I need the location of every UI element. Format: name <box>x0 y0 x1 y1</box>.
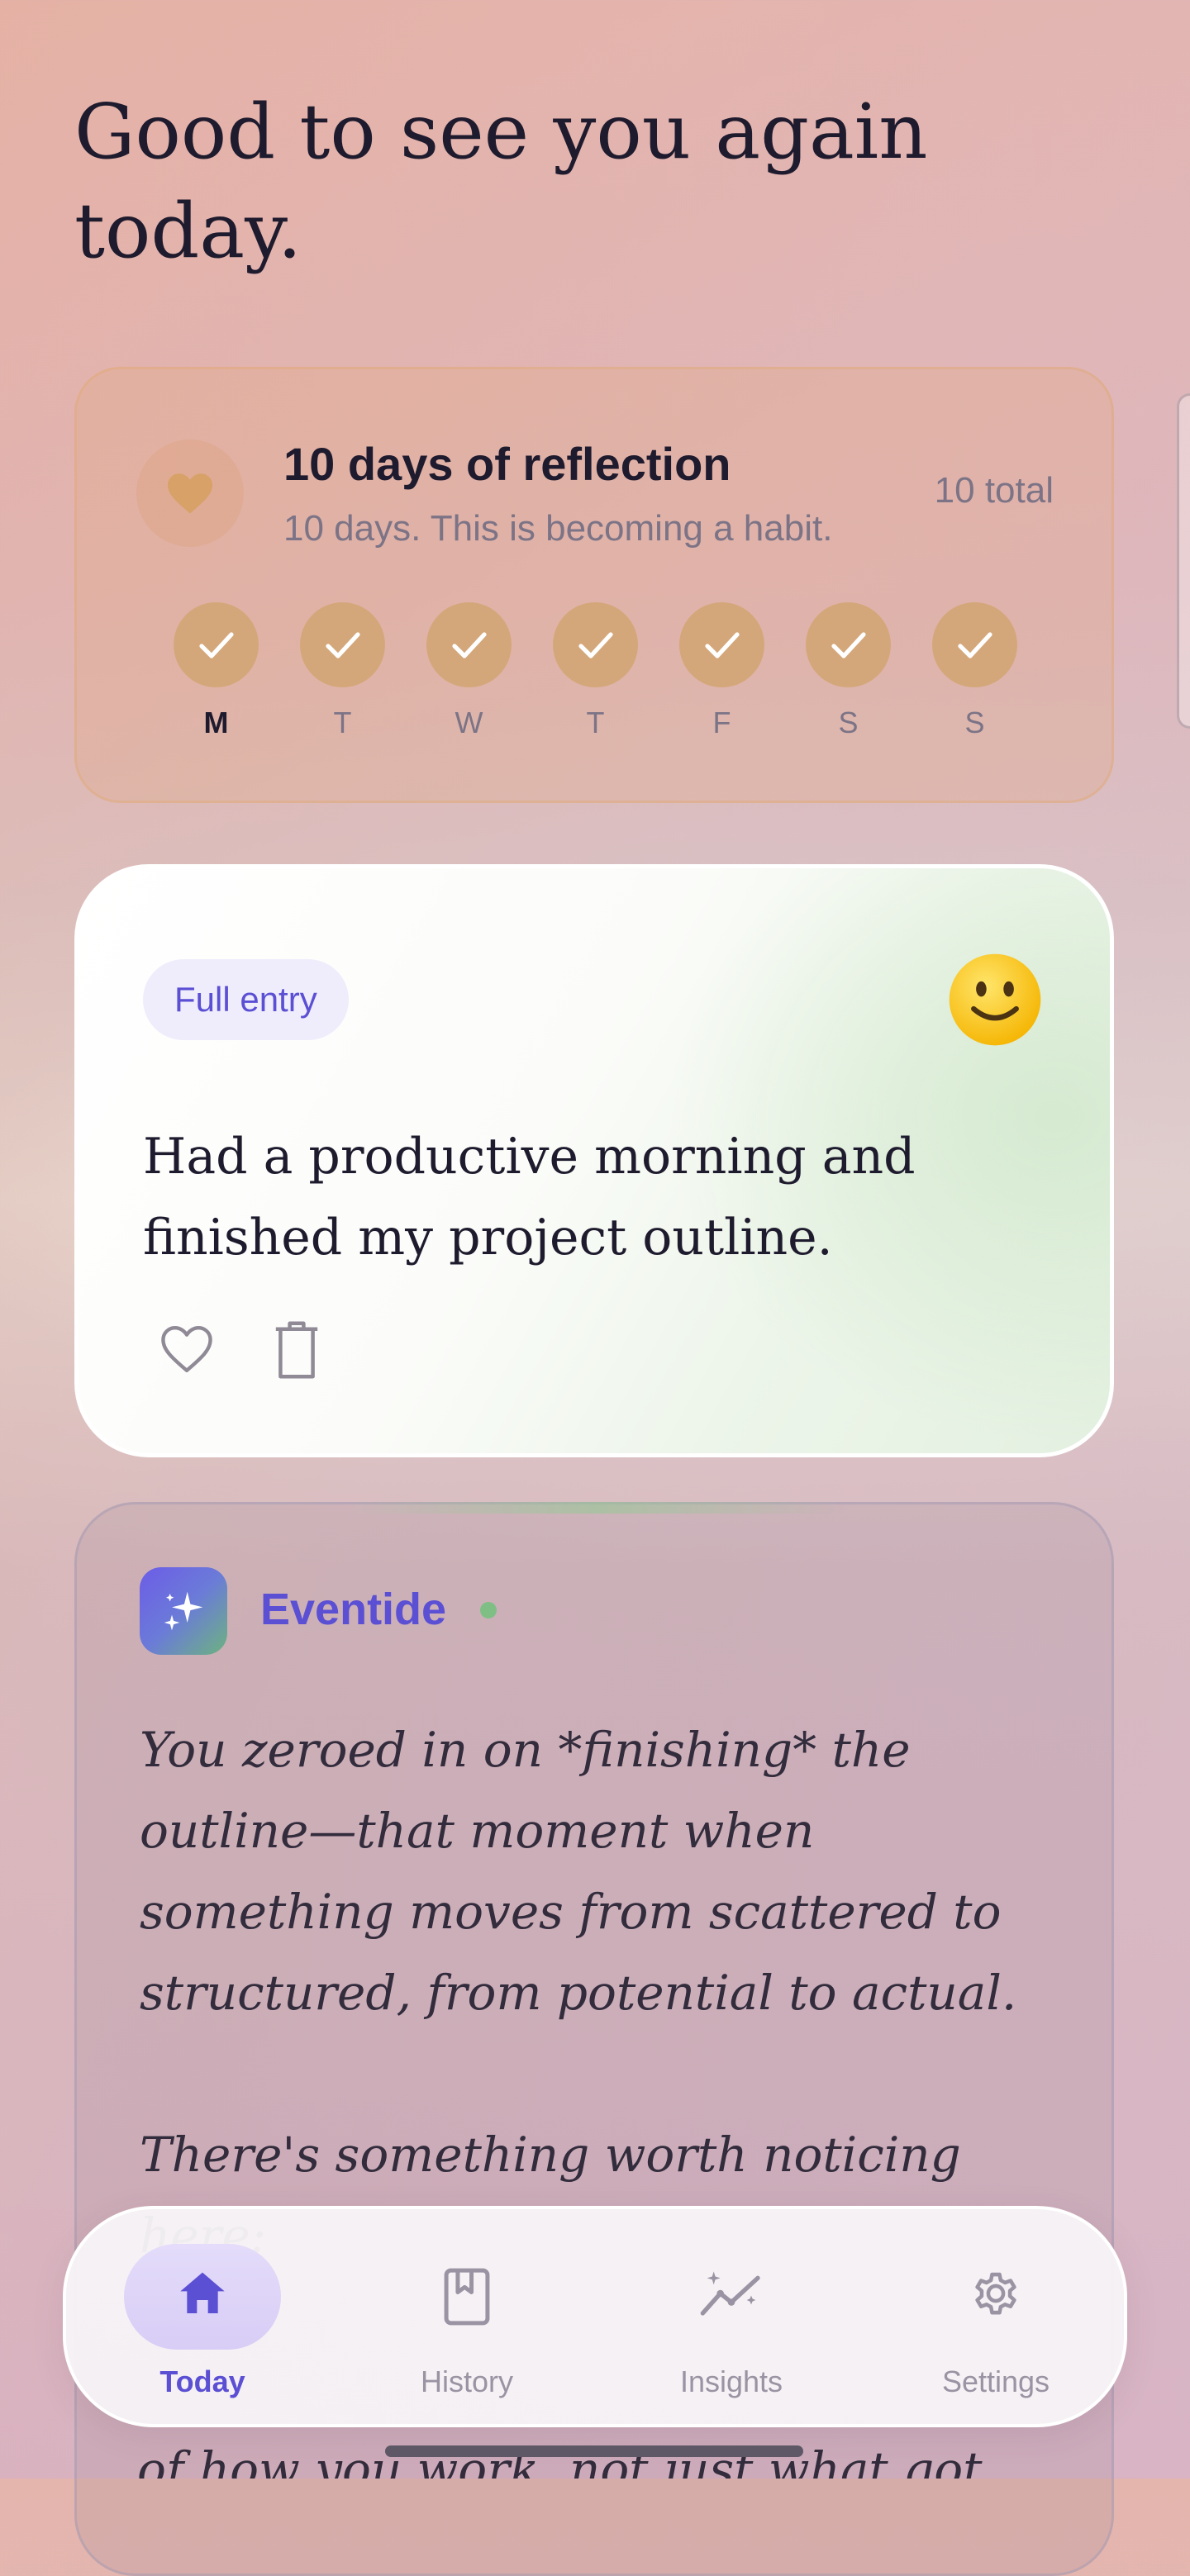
nav-history[interactable]: History <box>388 2244 545 2401</box>
day-wednesday: W <box>426 602 512 740</box>
bottom-navigation: Today History Insights Settings <box>63 2206 1127 2427</box>
home-icon <box>176 2267 229 2326</box>
day-sunday: S <box>932 602 1017 740</box>
entry-type-badge: Full entry <box>143 959 349 1040</box>
check-icon <box>806 602 891 687</box>
nav-label: Settings <box>941 2365 1050 2398</box>
assistant-name: Eventide <box>260 1585 447 1634</box>
heart-icon <box>136 440 244 547</box>
book-icon <box>440 2267 493 2326</box>
page-greeting: Good to see you again today. <box>74 88 928 275</box>
check-icon <box>553 602 638 687</box>
streak-total: 10 total <box>934 470 1054 511</box>
day-monday: M <box>174 602 259 740</box>
streak-title: 10 days of reflection <box>283 438 731 490</box>
reflection-text: You zeroed in on *finishing* the outline… <box>140 1709 1073 2276</box>
streak-subtitle: 10 days. This is becoming a habit. <box>283 508 833 549</box>
day-label: F <box>712 706 731 739</box>
smiley-face-icon <box>946 951 1044 1048</box>
day-label: M <box>203 706 229 739</box>
nav-today[interactable]: Today <box>124 2244 281 2401</box>
journal-entry-card[interactable]: Full entry Had a productive morning and … <box>74 864 1114 1457</box>
check-icon <box>932 602 1017 687</box>
check-icon <box>679 602 764 687</box>
day-label: T <box>586 706 605 739</box>
day-label: W <box>455 706 483 739</box>
nav-settings[interactable]: Settings <box>917 2244 1074 2401</box>
trash-icon[interactable] <box>274 1319 320 1381</box>
online-status-dot <box>480 1602 497 1618</box>
gear-icon <box>969 2267 1022 2326</box>
nav-insights[interactable]: Insights <box>653 2244 810 2401</box>
heart-outline-icon[interactable] <box>158 1321 216 1379</box>
sparkles-icon <box>140 1567 227 1655</box>
check-icon <box>426 602 512 687</box>
day-label: S <box>838 706 859 739</box>
check-icon <box>174 602 259 687</box>
streak-card: 10 days of reflection 10 days. This is b… <box>74 367 1114 803</box>
reflection-paragraph: You zeroed in on *finishing* the outline… <box>140 1722 1017 2021</box>
check-icon <box>300 602 385 687</box>
side-panel-handle[interactable] <box>1177 393 1190 729</box>
nav-label: History <box>420 2365 513 2398</box>
entry-text: Had a productive morning and finished my… <box>143 1128 916 1267</box>
trend-sparkle-icon <box>700 2267 760 2326</box>
nav-label: Today <box>159 2365 245 2398</box>
day-tuesday: T <box>300 602 385 740</box>
day-label: S <box>964 706 985 739</box>
nav-label: Insights <box>679 2365 783 2398</box>
day-saturday: S <box>806 602 891 740</box>
home-indicator[interactable] <box>385 2445 803 2457</box>
day-label: T <box>333 706 352 739</box>
day-thursday: T <box>553 602 638 740</box>
day-friday: F <box>679 602 764 740</box>
week-days: M T W T F S S <box>174 602 1017 740</box>
